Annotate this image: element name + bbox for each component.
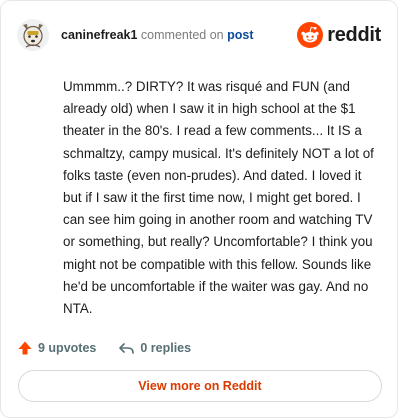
reply-button[interactable]: 0 replies bbox=[118, 340, 191, 356]
upvote-count: 9 upvotes bbox=[38, 341, 97, 355]
comment-header: caninefreak1 commented on post reddit bbox=[17, 15, 381, 55]
view-more-button[interactable]: View more on Reddit bbox=[18, 370, 382, 402]
comment-body: Ummmm..? DIRTY? It was risqué and FUN (a… bbox=[63, 79, 374, 317]
reddit-wordmark: reddit bbox=[327, 23, 381, 46]
dog-avatar-icon bbox=[23, 24, 43, 48]
commented-on-text: commented on bbox=[140, 28, 224, 42]
user-avatar[interactable] bbox=[17, 19, 49, 51]
upvote-button[interactable]: 9 upvotes bbox=[17, 340, 96, 356]
comment-actions: 9 upvotes 0 replies bbox=[17, 337, 191, 359]
reply-count: 0 replies bbox=[140, 341, 192, 355]
reply-arrow-icon bbox=[119, 342, 135, 354]
reddit-brand[interactable]: reddit bbox=[297, 22, 381, 48]
upvote-arrow-icon bbox=[18, 341, 32, 355]
comment-meta: caninefreak1 commented on post bbox=[61, 28, 297, 42]
reddit-logo-icon bbox=[297, 22, 324, 48]
comment-embed-card: caninefreak1 commented on post reddit Um… bbox=[0, 0, 398, 418]
username-link[interactable]: caninefreak1 bbox=[61, 28, 137, 42]
post-link[interactable]: post bbox=[227, 28, 253, 42]
